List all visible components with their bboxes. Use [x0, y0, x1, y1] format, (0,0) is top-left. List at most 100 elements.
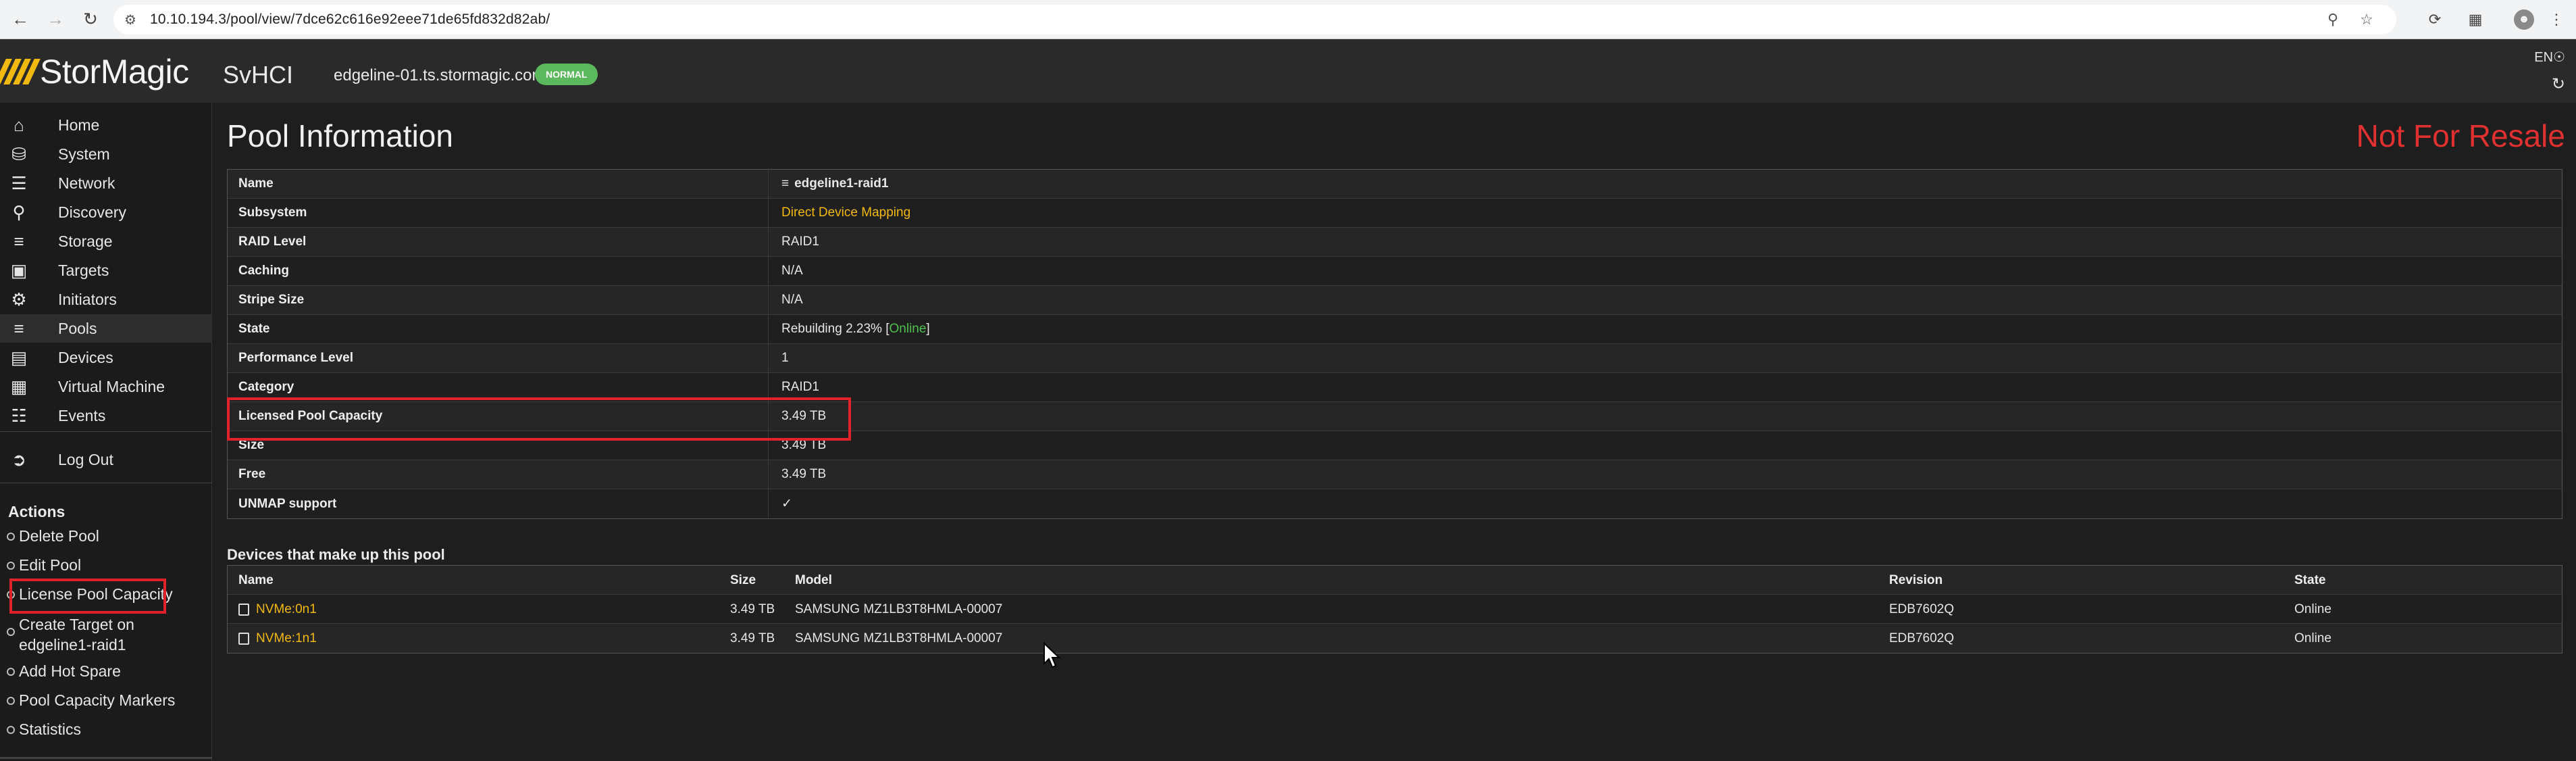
pool-icon: ≡: [781, 176, 790, 191]
sidebar-item-discovery[interactable]: ⚲ Discovery: [0, 198, 212, 226]
sidebar-item-system[interactable]: ⛁ System: [0, 140, 212, 168]
action-pool-capacity-markers[interactable]: Pool Capacity Markers: [7, 691, 175, 710]
sidebar-item-initiators[interactable]: ⚙ Initiators: [0, 285, 212, 314]
info-row-unmap-support: UNMAP support ✓: [228, 489, 2562, 518]
browser-toolbar: ← → ↻ ⚙ 10.10.194.3/pool/view/7dce62c616…: [0, 0, 2576, 39]
pools-icon: ≡: [14, 318, 24, 339]
sidebar-item-label: Log Out: [58, 450, 113, 468]
sidebar-item-logout[interactable]: ➲ Log Out: [0, 445, 212, 474]
reload-icon[interactable]: ↻: [76, 5, 105, 34]
logo-text: StorMagic: [40, 53, 189, 91]
action-statistics[interactable]: Statistics: [7, 720, 81, 739]
sidebar-item-label: Home: [58, 116, 100, 134]
bullet-icon: [7, 726, 15, 734]
highlight-box-license-action: [9, 579, 166, 614]
address-bar[interactable]: ⚙ 10.10.194.3/pool/view/7dce62c616e92eee…: [113, 5, 2396, 34]
sync-icon[interactable]: ⟳: [2425, 9, 2445, 30]
device-link[interactable]: NVMe:0n1: [238, 602, 317, 617]
sidebar-divider: [0, 757, 212, 759]
targets-icon: ▣: [10, 260, 28, 280]
sidebar-item-label: System: [58, 145, 110, 163]
sidebar-item-events[interactable]: ☷ Events: [0, 401, 212, 430]
sidebar-item-label: Targets: [58, 261, 109, 279]
virtual-machine-icon: ▦: [10, 376, 28, 397]
sidebar-divider: [0, 431, 212, 432]
logout-icon: ➲: [11, 449, 26, 470]
storage-icon: ≡: [14, 230, 24, 251]
site-settings-icon[interactable]: ⚙: [124, 11, 136, 28]
system-icon: ⛁: [11, 143, 26, 164]
info-row-free: Free 3.49 TB: [228, 460, 2562, 489]
sidebar-item-label: Discovery: [58, 203, 126, 221]
language-selector[interactable]: EN☉: [2534, 49, 2565, 66]
bookmark-star-icon[interactable]: ☆: [2357, 10, 2376, 29]
page-title: Pool Information: [227, 118, 453, 153]
device-icon: [238, 633, 249, 645]
pool-info-table: Name ≡ edgeline1-raid1 Subsystem Direct D…: [227, 169, 2562, 519]
subsystem-link[interactable]: Direct Device Mapping: [781, 205, 910, 220]
action-create-target[interactable]: Create Target on edgeline1-raid1: [7, 614, 203, 655]
column-header-state[interactable]: State: [2294, 573, 2325, 588]
bullet-icon: [7, 668, 15, 676]
device-icon: [238, 604, 249, 616]
sidebar-item-network[interactable]: ☰ Network: [0, 169, 212, 197]
checkmark-icon: ✓: [781, 497, 792, 511]
sidebar-item-storage[interactable]: ≡ Storage: [0, 227, 212, 255]
not-for-resale-label: Not For Resale: [2356, 118, 2565, 153]
zoom-icon[interactable]: ⚲: [2323, 10, 2342, 29]
status-badge: NORMAL: [535, 64, 598, 85]
sidebar-item-label: Network: [58, 174, 115, 192]
action-edit-pool[interactable]: Edit Pool: [7, 556, 81, 574]
product-name: SvHCI: [223, 61, 294, 89]
info-row-name: Name ≡ edgeline1-raid1: [228, 170, 2562, 199]
sidebar: ⌂ Home ⛁ System ☰ Network ⚲ Discovery ≡ …: [0, 103, 212, 761]
column-header-revision[interactable]: Revision: [1889, 573, 1942, 588]
sidebar-item-pools[interactable]: ≡ Pools: [0, 314, 212, 343]
sidebar-item-label: Virtual Machine: [58, 377, 165, 395]
back-arrow-icon[interactable]: ←: [5, 5, 35, 34]
sidebar-item-label: Events: [58, 406, 106, 424]
host-name: edgeline-01.ts.stormagic.com: [334, 66, 546, 84]
extensions-icon[interactable]: ▦: [2465, 9, 2485, 30]
home-icon: ⌂: [14, 114, 24, 135]
stormagic-logo[interactable]: StorMagic: [0, 53, 189, 91]
info-row-raid-level: RAID Level RAID1: [228, 228, 2562, 257]
profile-avatar-icon[interactable]: ☻: [2514, 9, 2534, 30]
network-icon: ☰: [11, 172, 27, 193]
sidebar-item-home[interactable]: ⌂ Home: [0, 111, 212, 139]
sidebar-item-devices[interactable]: ▤ Devices: [0, 343, 212, 372]
actions-title: Actions: [8, 503, 66, 520]
devices-table: Name Size Model Revision State NVMe:0n1 …: [227, 565, 2562, 654]
info-row-subsystem: Subsystem Direct Device Mapping: [228, 199, 2562, 228]
sidebar-item-label: Storage: [58, 232, 113, 250]
menu-dots-icon[interactable]: ⋮: [2546, 9, 2567, 30]
app-header: StorMagic SvHCI edgeline-01.ts.stormagic…: [0, 39, 2576, 103]
devices-section-title: Devices that make up this pool: [227, 546, 445, 563]
action-add-hot-spare[interactable]: Add Hot Spare: [7, 662, 121, 681]
column-header-name[interactable]: Name: [238, 573, 274, 588]
column-header-model[interactable]: Model: [795, 573, 832, 588]
bullet-icon: [7, 562, 15, 570]
sidebar-item-virtual-machine[interactable]: ▦ Virtual Machine: [0, 372, 212, 401]
column-header-size[interactable]: Size: [730, 573, 756, 588]
sidebar-item-label: Initiators: [58, 290, 117, 308]
device-link[interactable]: NVMe:1n1: [238, 631, 317, 646]
refresh-icon[interactable]: ↻: [2552, 74, 2565, 94]
table-header-row: Name Size Model Revision State: [228, 566, 2562, 595]
info-row-stripe-size: Stripe Size N/A: [228, 286, 2562, 315]
sidebar-item-targets[interactable]: ▣ Targets: [0, 256, 212, 285]
globe-icon: ☉: [2553, 50, 2565, 65]
events-icon: ☷: [11, 405, 27, 426]
bullet-icon: [7, 628, 15, 636]
sidebar-item-label: Devices: [58, 348, 113, 366]
highlight-box-licensed-capacity: [227, 397, 851, 441]
table-row: NVMe:0n1 3.49 TB SAMSUNG MZ1LB3T8HMLA-00…: [228, 595, 2562, 624]
url-text[interactable]: 10.10.194.3/pool/view/7dce62c616e92eee71…: [150, 11, 550, 28]
devices-icon: ▤: [10, 347, 28, 368]
forward-arrow-icon[interactable]: →: [41, 5, 70, 34]
bullet-icon: [7, 533, 15, 541]
action-delete-pool[interactable]: Delete Pool: [7, 527, 99, 545]
logo-stripes-icon: [0, 59, 41, 84]
initiators-icon: ⚙: [11, 289, 27, 310]
mouse-cursor-icon: [1044, 642, 1061, 668]
